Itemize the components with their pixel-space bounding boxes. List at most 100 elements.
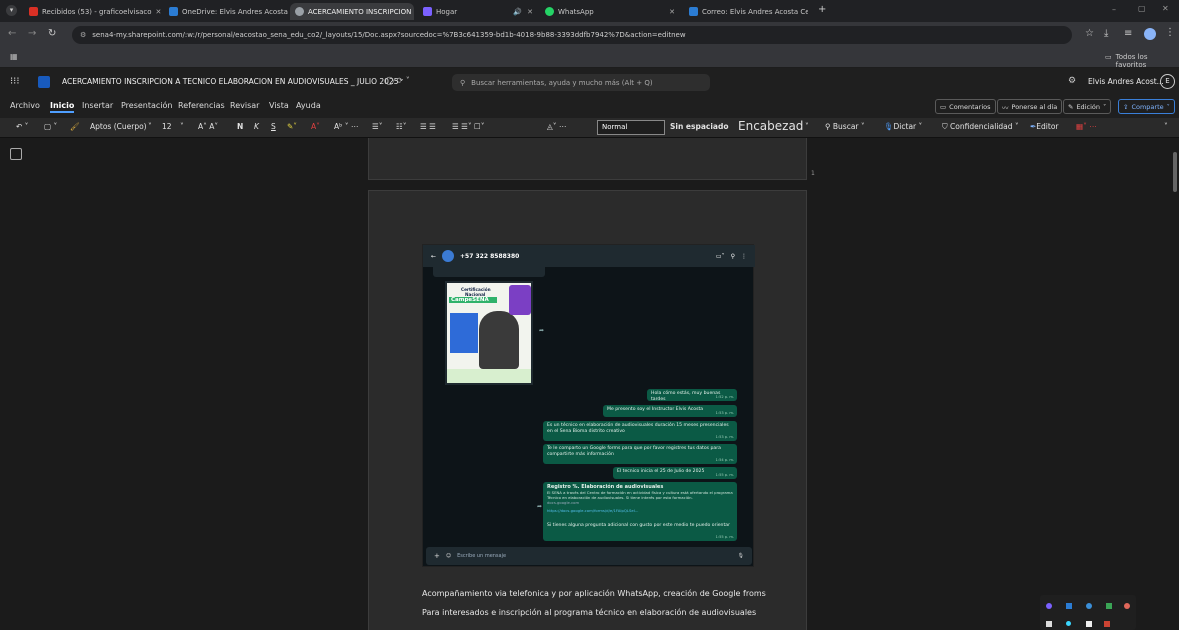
tray-app-icon[interactable] <box>1066 621 1071 626</box>
tray-app-icon[interactable] <box>1046 621 1052 627</box>
tab-audio[interactable]: 🔊 ✕ <box>508 3 538 20</box>
close-icon[interactable]: ✕ <box>156 8 162 16</box>
grow-font-icon[interactable]: A˄ A˅ <box>198 122 218 131</box>
editor-button[interactable]: ✒Editor <box>1030 122 1059 131</box>
settings-icon[interactable]: ⚙ <box>1068 76 1076 86</box>
catch-up-button[interactable]: 〰 Ponerse al día <box>997 99 1063 114</box>
user-name[interactable]: Elvis Andres Acost... <box>1088 77 1164 86</box>
maximize-icon[interactable]: ▢ <box>1138 4 1146 13</box>
scrollbar-thumb[interactable] <box>1173 152 1177 192</box>
clipboard-icon[interactable]: ▢ ˅ <box>44 122 57 131</box>
message-text: El tecnico inicia el 25 de Julio de 2025 <box>617 469 705 474</box>
underline-icon[interactable]: S <box>271 122 276 131</box>
close-icon[interactable]: ✕ <box>669 8 675 16</box>
bookmarks-folder[interactable]: ▭ Todos los favoritos <box>1105 53 1179 69</box>
italic-icon[interactable]: K <box>254 122 259 131</box>
highlight-icon[interactable]: ✎˅ <box>287 122 297 131</box>
tab-word-document[interactable]: ACERCAMIENTO INSCRIPCION✕ <box>290 3 414 20</box>
url-field[interactable]: ⚙ sena4-my.sharepoint.com/:w:/r/personal/… <box>72 26 1072 44</box>
catch-up-label: Ponerse al día <box>1011 102 1058 111</box>
page-1[interactable] <box>368 138 807 180</box>
tab-search-icon[interactable]: ▾ <box>6 5 17 16</box>
more-menu-icon[interactable]: ⋮ <box>1165 27 1175 38</box>
sync-status-icon[interactable]: ◯ ⟳ ˅ <box>385 76 410 85</box>
format-painter-icon[interactable]: 🖌 <box>70 122 80 131</box>
doc-paragraph[interactable]: Acompañamiento via telefonica y por apli… <box>422 589 766 598</box>
bookmark-star-icon[interactable]: ☆ <box>1085 28 1094 39</box>
pencil-icon: ✎ <box>1068 102 1074 111</box>
tab-onedrive[interactable]: OneDrive: Elvis Andres Acosta✕ <box>164 3 288 20</box>
sensitivity-button[interactable]: ⛉ Confidencialidad ˅ <box>942 122 1019 132</box>
message-text: Me presento soy el Instructor Elvis Acos… <box>607 407 704 412</box>
document-title[interactable]: ACERCAMIENTO INSCRIPCION A TECNICO ELABO… <box>62 77 399 86</box>
menu-presentacion[interactable]: Presentación <box>121 101 173 110</box>
message-time: 1:53 p. m. <box>715 411 734 415</box>
menu-referencias[interactable]: Referencias <box>178 101 225 110</box>
table-icon[interactable]: ▦˅ ⋯ <box>1076 122 1097 131</box>
avatar[interactable]: E <box>1160 74 1175 89</box>
site-info-icon[interactable]: ⚙ <box>80 31 86 39</box>
apps-icon[interactable]: ▦ <box>10 52 18 61</box>
chevron-down-icon[interactable]: ˅ <box>180 122 184 131</box>
style-heading[interactable]: Encabezad <box>738 119 803 133</box>
font-size-select[interactable]: 12 <box>162 122 172 131</box>
search-box[interactable]: ⚲ Buscar herramientas, ayuda y mucho más … <box>452 74 710 91</box>
style-normal[interactable]: Normal <box>597 120 665 135</box>
tray-app-icon[interactable] <box>1046 603 1052 609</box>
menu-revisar[interactable]: Revisar <box>230 101 259 110</box>
tray-app-icon[interactable] <box>1124 603 1130 609</box>
numbering-icon[interactable]: ☷˅ <box>396 122 406 131</box>
download-icon[interactable]: ⤓ <box>1104 28 1108 39</box>
doc-paragraph[interactable]: Para interesados e inscripción al progra… <box>422 608 756 617</box>
tray-app-icon[interactable] <box>1104 621 1110 627</box>
back-icon[interactable]: ← <box>8 28 16 39</box>
menu-vista[interactable]: Vista <box>269 101 289 110</box>
message-bubble: El tecnico inicia el 25 de Julio de 2025… <box>613 467 737 479</box>
tab-gmail[interactable]: Recibidos (53) - graficoelvisaco ✕ <box>24 3 162 20</box>
share-button[interactable]: ⇪ Comparte ˅ <box>1118 99 1175 114</box>
new-tab-button[interactable]: + <box>818 4 826 15</box>
message-bubble: Te le comparto un Google forms para que … <box>543 444 737 464</box>
chevron-down-icon[interactable]: ˅ <box>805 122 809 131</box>
message-time: 1:52 p. m. <box>715 395 734 399</box>
tray-app-icon[interactable] <box>1086 603 1092 609</box>
profile-icon[interactable] <box>1144 28 1156 40</box>
comments-button[interactable]: ▭ Comentarios <box>935 99 996 114</box>
align-icon[interactable]: ☰ ☰˅ ☐˅ <box>452 122 484 131</box>
forward-icon[interactable]: → <box>28 28 36 39</box>
undo-icon[interactable]: ↶ ˅ <box>16 122 28 131</box>
tab-outlook[interactable]: Correo: Elvis Andres Acosta Ce✕ <box>684 3 808 20</box>
tray-app-icon[interactable] <box>1066 603 1072 609</box>
bullets-icon[interactable]: ☰˅ <box>372 122 382 131</box>
editing-mode-button[interactable]: ✎ Edición ˅ <box>1063 99 1112 114</box>
whatsapp-screenshot-image[interactable]: ← +57 322 8588380 ▭˅ ⚲ ⋮ Certificación N… <box>422 244 755 567</box>
styles-icon[interactable]: Aᵇ ˅ ⋯ <box>334 122 358 131</box>
search-ribbon-button[interactable]: ⚲ Buscar ˅ <box>825 122 865 131</box>
ribbon-collapse-icon[interactable]: ˅ <box>1164 122 1168 131</box>
font-name-select[interactable]: Aptos (Cuerpo) <box>90 122 147 131</box>
minimize-icon[interactable]: – <box>1112 5 1116 14</box>
menu-inicio[interactable]: Inicio <box>50 101 75 113</box>
reload-icon[interactable]: ↻ <box>48 28 56 39</box>
message-time: 1:54 p. m. <box>715 458 734 462</box>
window-close-icon[interactable]: ✕ <box>1162 4 1169 13</box>
shading-icon[interactable]: ◬˅ ⋯ <box>547 122 566 131</box>
dictate-button[interactable]: 🎙Dictar ˅ <box>884 122 922 131</box>
tab-hogar[interactable]: Hogar <box>418 3 506 20</box>
navigation-pane-icon[interactable] <box>10 148 22 160</box>
tab-whatsapp[interactable]: WhatsApp ✕ <box>540 3 680 20</box>
menu-insertar[interactable]: Insertar <box>82 101 113 110</box>
menu-ayuda[interactable]: Ayuda <box>296 101 321 110</box>
font-color-icon[interactable]: A˅ <box>311 122 320 131</box>
indent-icon[interactable]: ☰ ☰ <box>420 122 436 131</box>
emoji-icon: ☺ <box>445 553 452 559</box>
extensions-icon[interactable]: ≡ <box>1124 28 1132 39</box>
close-icon[interactable]: ✕ <box>527 8 533 16</box>
bold-icon[interactable]: N <box>237 122 243 131</box>
menu-archivo[interactable]: Archivo <box>10 101 40 110</box>
tray-app-icon[interactable] <box>1106 603 1112 609</box>
style-no-spacing[interactable]: Sin espaciado <box>670 122 729 131</box>
app-launcher-icon[interactable]: ⁝⁝⁝ <box>10 76 20 87</box>
tray-app-icon[interactable] <box>1086 621 1092 627</box>
chevron-down-icon[interactable]: ˅ <box>148 122 152 131</box>
